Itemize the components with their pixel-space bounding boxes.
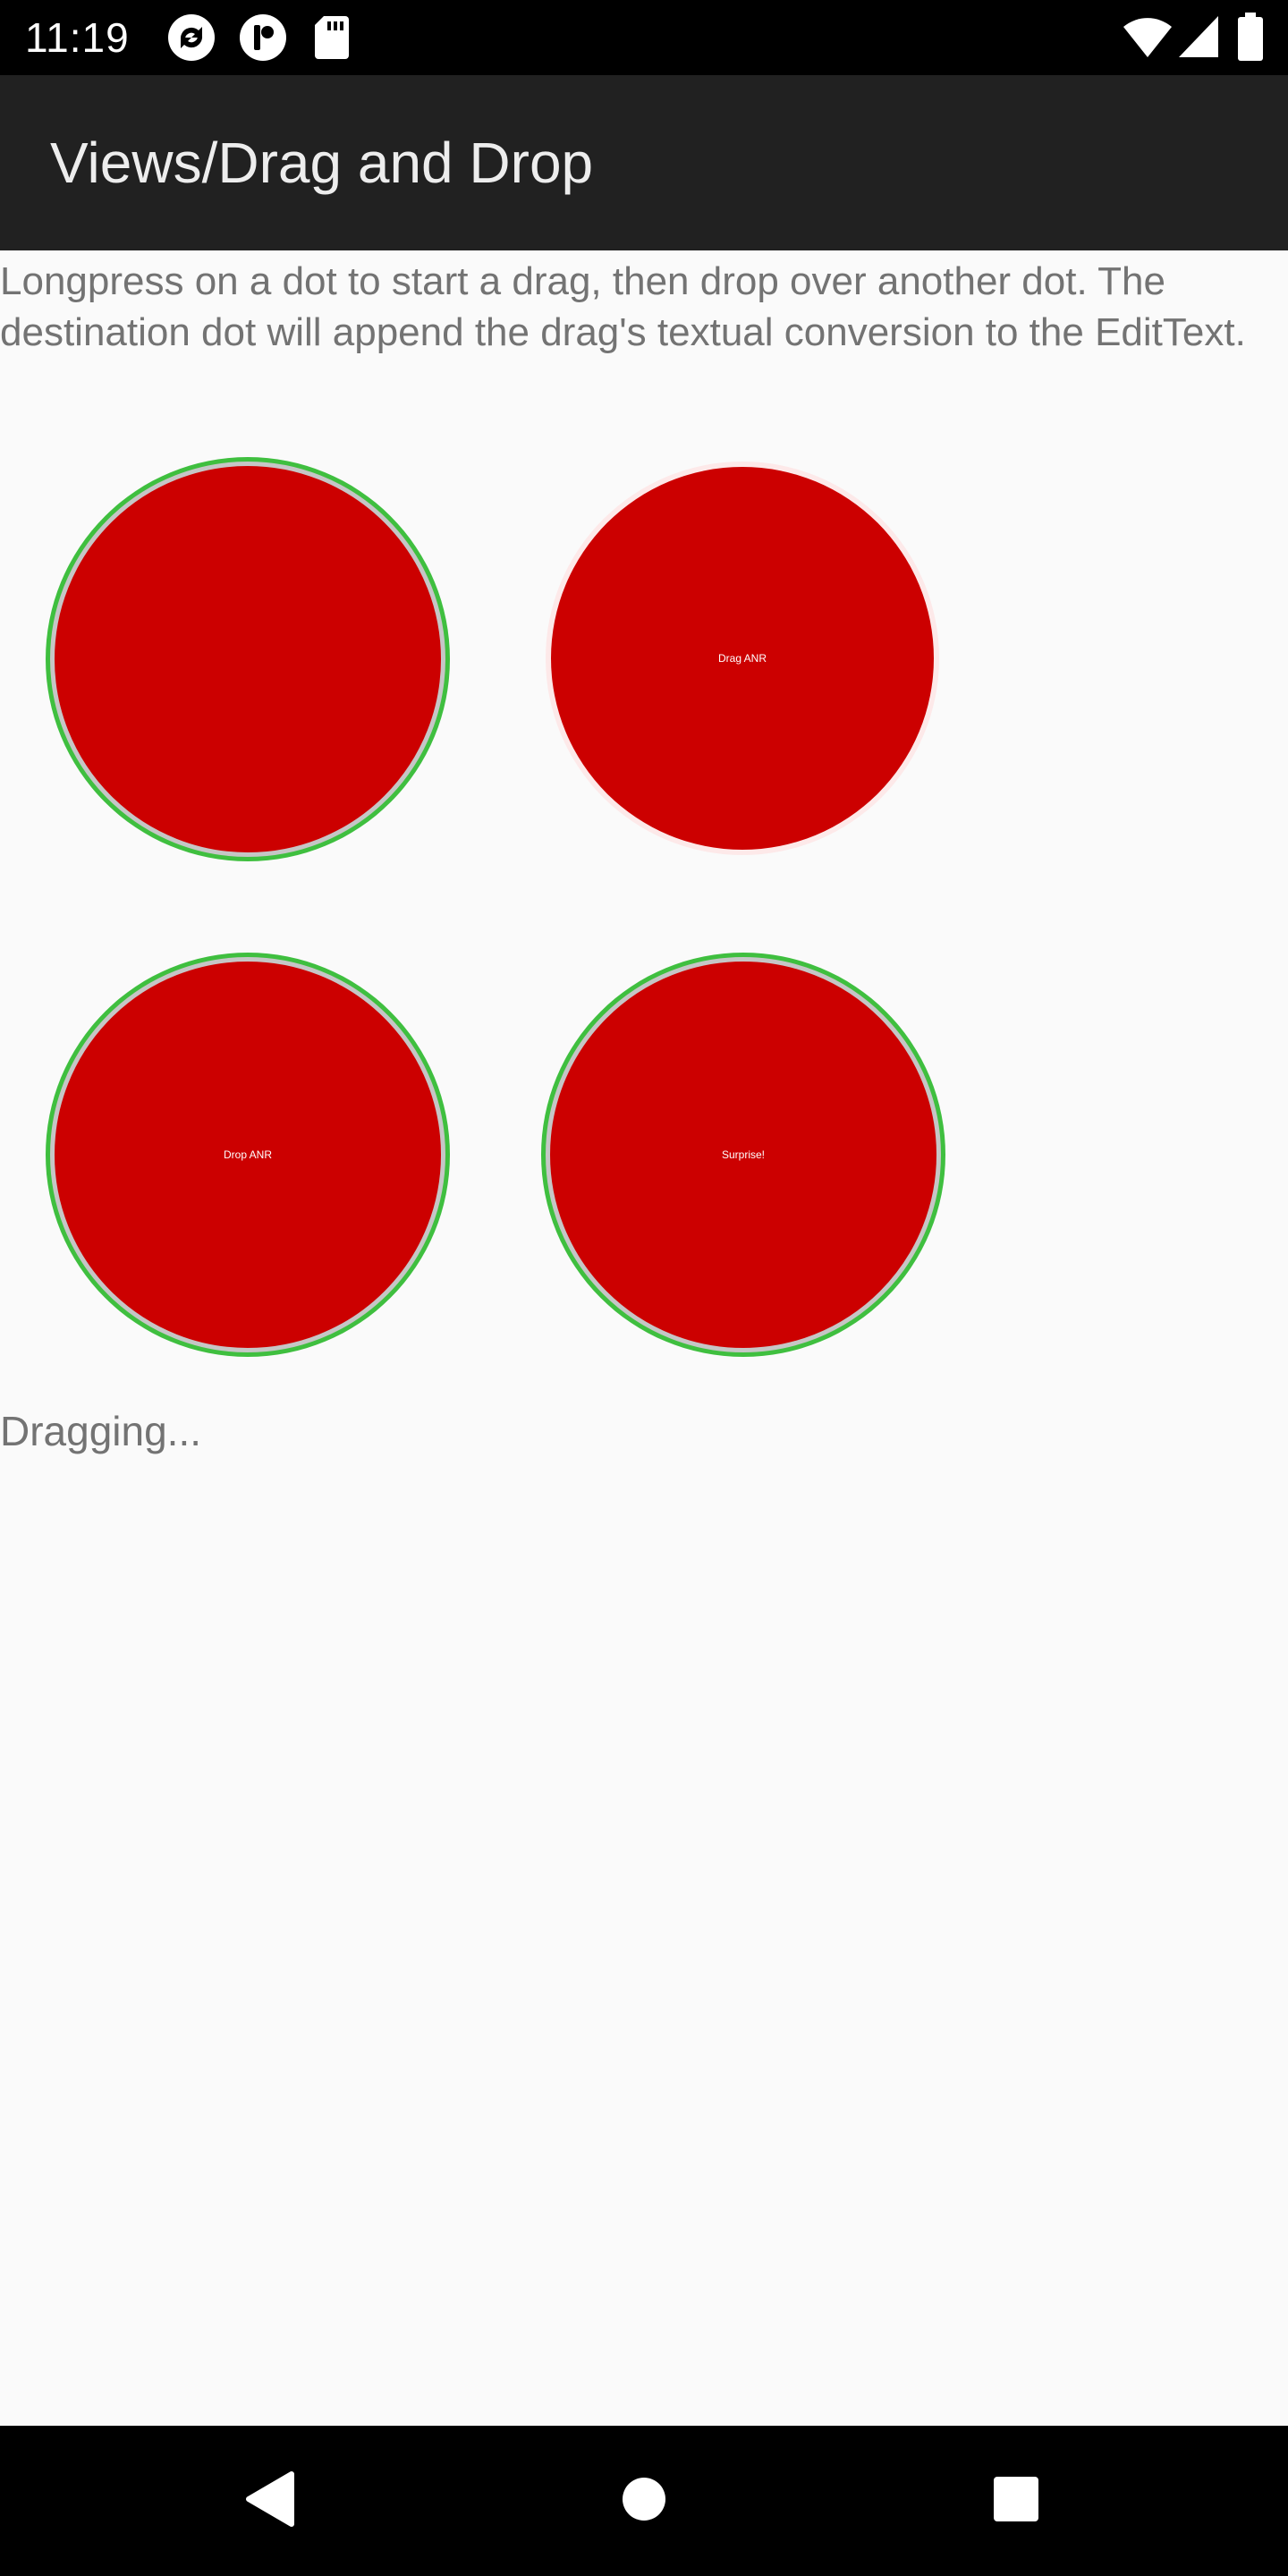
navigation-bar (0, 2426, 1288, 2576)
signal-icon (1177, 14, 1220, 59)
wifi-icon (1122, 14, 1174, 59)
edit-text-result[interactable]: Dragging... (0, 1404, 201, 1458)
dot-surprise[interactable]: Surprise! (546, 957, 941, 1352)
page-title: Views/Drag and Drop (50, 131, 594, 195)
back-button[interactable] (195, 2426, 345, 2576)
status-bar: 11:19 (0, 0, 1288, 75)
dot-label: Surprise! (721, 1148, 766, 1161)
home-button[interactable] (569, 2426, 719, 2576)
dot-drag-anr[interactable]: Drag ANR (551, 467, 934, 850)
content-area: Longpress on a dot to start a drag, then… (0, 250, 1288, 2426)
status-time: 11:19 (25, 14, 130, 61)
dot-label: Drop ANR (223, 1148, 273, 1161)
dot-1[interactable] (50, 462, 445, 857)
instructions-text: Longpress on a dot to start a drag, then… (0, 259, 1246, 354)
action-bar: Views/Drag and Drop (0, 75, 1288, 250)
recents-button[interactable] (941, 2426, 1091, 2576)
recents-icon (993, 2476, 1039, 2526)
home-icon (622, 2477, 666, 2525)
sync-icon (166, 13, 216, 63)
dot-drop-anr[interactable]: Drop ANR (50, 957, 445, 1352)
battery-icon (1238, 13, 1263, 61)
dot-label: Drag ANR (717, 652, 767, 665)
sd-card-icon (313, 13, 351, 63)
back-icon (245, 2471, 295, 2530)
app-notification-icon (238, 13, 288, 63)
